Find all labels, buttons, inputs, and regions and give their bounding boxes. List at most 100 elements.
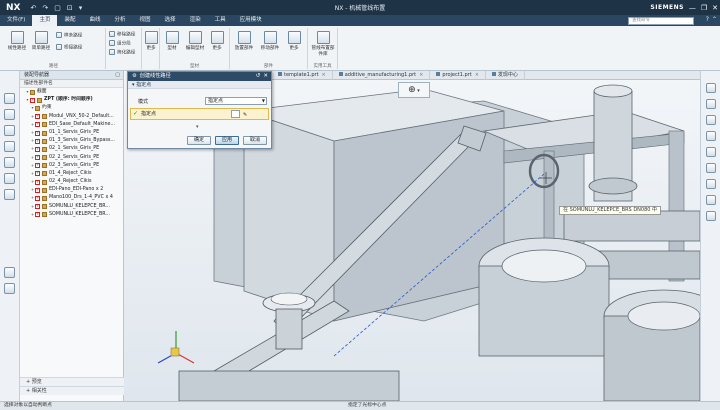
- menu-tab-analysis[interactable]: 分析: [108, 15, 133, 26]
- help-icon[interactable]: ?: [706, 16, 709, 23]
- undo-icon[interactable]: ↶: [30, 4, 36, 12]
- hd3d-tools-icon[interactable]: [4, 157, 15, 168]
- visibility-checkbox[interactable]: [35, 162, 40, 169]
- quick-access-dropdown-icon[interactable]: ▾: [79, 4, 83, 12]
- reset-icon[interactable]: ↺: [256, 72, 261, 81]
- snap-dropdown-icon[interactable]: ▾: [416, 88, 420, 94]
- process-studio-icon[interactable]: [4, 267, 15, 278]
- edit-stock-button[interactable]: 编辑型材: [184, 31, 206, 51]
- part-navigator-icon[interactable]: [4, 125, 15, 136]
- close-window-icon[interactable]: ✕: [712, 4, 718, 12]
- point-dialog-icon[interactable]: ✎: [243, 110, 252, 118]
- doc-tab-project1[interactable]: project1.prt ×: [430, 70, 486, 80]
- bridge-route-button[interactable]: 桥接路径: [56, 44, 104, 51]
- point-type-icon[interactable]: [231, 110, 240, 118]
- spline-route-button[interactable]: 样条路径: [56, 32, 104, 39]
- clipping-icon[interactable]: [706, 195, 716, 205]
- snap-point-toolbar[interactable]: ⊕ ▾: [398, 82, 430, 98]
- specify-point-row[interactable]: ✓ 指定点 ✎: [130, 108, 269, 120]
- minimize-icon[interactable]: —: [689, 4, 696, 12]
- tree-node[interactable]: +01_4_Reject_Cikis: [20, 170, 123, 178]
- linear-route-button[interactable]: 线性路径: [6, 31, 28, 51]
- tree-node[interactable]: +02_1_Servis_Giris_PE: [20, 145, 123, 153]
- visibility-checkbox[interactable]: [35, 154, 40, 161]
- visibility-checkbox[interactable]: [35, 129, 40, 137]
- simplify-route-button[interactable]: 简化路径: [109, 49, 143, 56]
- section-specify-point[interactable]: ▾ 指定点: [128, 81, 271, 89]
- zoom-icon[interactable]: [706, 115, 716, 125]
- menu-tab-applications[interactable]: 应用模块: [233, 15, 269, 26]
- fit-icon[interactable]: [706, 99, 716, 109]
- visibility-checkbox[interactable]: [35, 170, 40, 178]
- visibility-checkbox[interactable]: [35, 186, 40, 194]
- visibility-checkbox[interactable]: [35, 145, 40, 153]
- routing-part-library-button[interactable]: 管线布置部件库: [310, 31, 336, 57]
- roles-icon[interactable]: [4, 283, 15, 294]
- tree-node[interactable]: +02_3_Servis_Giris_PE: [20, 162, 123, 170]
- tree-node[interactable]: +SOMUNLU_KELEPCE_BR...: [20, 203, 123, 211]
- tree-node[interactable]: +Mano100_Drs_1-4_PVC x 4: [20, 194, 123, 202]
- close-tab-icon[interactable]: ×: [475, 72, 479, 78]
- more-options-chevron-icon[interactable]: ▾: [196, 124, 199, 130]
- tree-node[interactable]: +Modul_VNX_50-2_Default...: [20, 113, 123, 121]
- menu-tab-assembly[interactable]: 装配: [57, 15, 82, 26]
- stock-button[interactable]: 型材: [162, 31, 182, 51]
- menu-tab-render[interactable]: 渲染: [183, 15, 208, 26]
- apply-button[interactable]: 应用: [215, 136, 239, 145]
- close-tab-icon[interactable]: ×: [419, 72, 423, 78]
- move-part-button[interactable]: 移动部件: [258, 31, 282, 51]
- layer-icon[interactable]: [706, 211, 716, 221]
- constraint-navigator-icon[interactable]: [4, 109, 15, 120]
- menu-tab-select[interactable]: 选择: [158, 15, 183, 26]
- visibility-checkbox[interactable]: [35, 178, 40, 186]
- rotate-icon[interactable]: [706, 131, 716, 141]
- close-dialog-icon[interactable]: ✕: [263, 72, 268, 81]
- place-part-button[interactable]: 放置部件: [232, 31, 256, 51]
- history-icon[interactable]: [4, 189, 15, 200]
- menu-tab-view[interactable]: 视图: [133, 15, 158, 26]
- visibility-checkbox[interactable]: [35, 137, 40, 145]
- gear-icon[interactable]: ⚙: [132, 73, 137, 79]
- navigator-options-icon[interactable]: ▢: [115, 71, 120, 80]
- more-button-3[interactable]: 更多: [284, 31, 304, 51]
- ok-button[interactable]: 确定: [187, 136, 211, 145]
- tree-node[interactable]: +01_3_Servis_Giris_Bypass...: [20, 137, 123, 145]
- help-panel-icon[interactable]: [706, 147, 716, 157]
- switch-window-icon[interactable]: ⊡: [67, 4, 73, 12]
- tree-node[interactable]: ▾ 约束: [20, 104, 123, 112]
- ribbon-collapse-icon[interactable]: ⌃: [712, 16, 717, 23]
- visibility-checkbox[interactable]: [35, 194, 40, 202]
- window-icon[interactable]: ▢: [54, 4, 61, 12]
- tree-node[interactable]: +02_4_Reject_Cikis: [20, 178, 123, 186]
- web-browser-icon[interactable]: [4, 173, 15, 184]
- menu-tab-tools[interactable]: 工具: [208, 15, 233, 26]
- more-button-1[interactable]: 更多: [143, 31, 159, 51]
- redo-icon[interactable]: ↷: [42, 4, 48, 12]
- assembly-navigator-icon[interactable]: [4, 93, 15, 104]
- menu-tab-home[interactable]: 主页: [32, 15, 58, 26]
- doc-tab-discovery-center[interactable]: 发现中心: [486, 70, 525, 80]
- visibility-checkbox[interactable]: [35, 203, 40, 210]
- tree-node[interactable]: +02_2_Servis_Giris_PE: [20, 154, 123, 162]
- visibility-checkbox[interactable]: [30, 96, 35, 104]
- navigator-preview-panel[interactable]: + 预览: [20, 377, 124, 386]
- close-tab-icon[interactable]: ×: [322, 72, 326, 78]
- simple-route-button[interactable]: 简单路径: [30, 31, 52, 51]
- tree-node[interactable]: +01_1_Servis_Giris_PE: [20, 129, 123, 137]
- menu-tab-curve[interactable]: 曲线: [83, 15, 108, 26]
- cancel-button[interactable]: 取消: [243, 136, 267, 145]
- remove-route-button[interactable]: 移除路径: [109, 31, 143, 38]
- visibility-checkbox[interactable]: [35, 121, 40, 129]
- view-orient-icon[interactable]: [706, 83, 716, 93]
- command-search-input[interactable]: 查找命令: [628, 16, 694, 25]
- tree-node[interactable]: +SOMUNLU_KELEPCE_BR...: [20, 211, 123, 219]
- render-style-icon[interactable]: [706, 179, 716, 189]
- navigator-dependencies-panel[interactable]: + 相关性: [20, 386, 124, 395]
- doc-tab-template1[interactable]: template1.prt ×: [272, 70, 333, 80]
- more-button-2[interactable]: 更多: [208, 31, 226, 51]
- navigator-column-header[interactable]: 描述性部件名: [20, 80, 123, 88]
- tree-node[interactable]: +EDI_Sase_Default_Makine...: [20, 121, 123, 129]
- tree-node[interactable]: ▾ 截面: [20, 88, 123, 96]
- reuse-library-icon[interactable]: [4, 141, 15, 152]
- settings-icon[interactable]: [706, 163, 716, 173]
